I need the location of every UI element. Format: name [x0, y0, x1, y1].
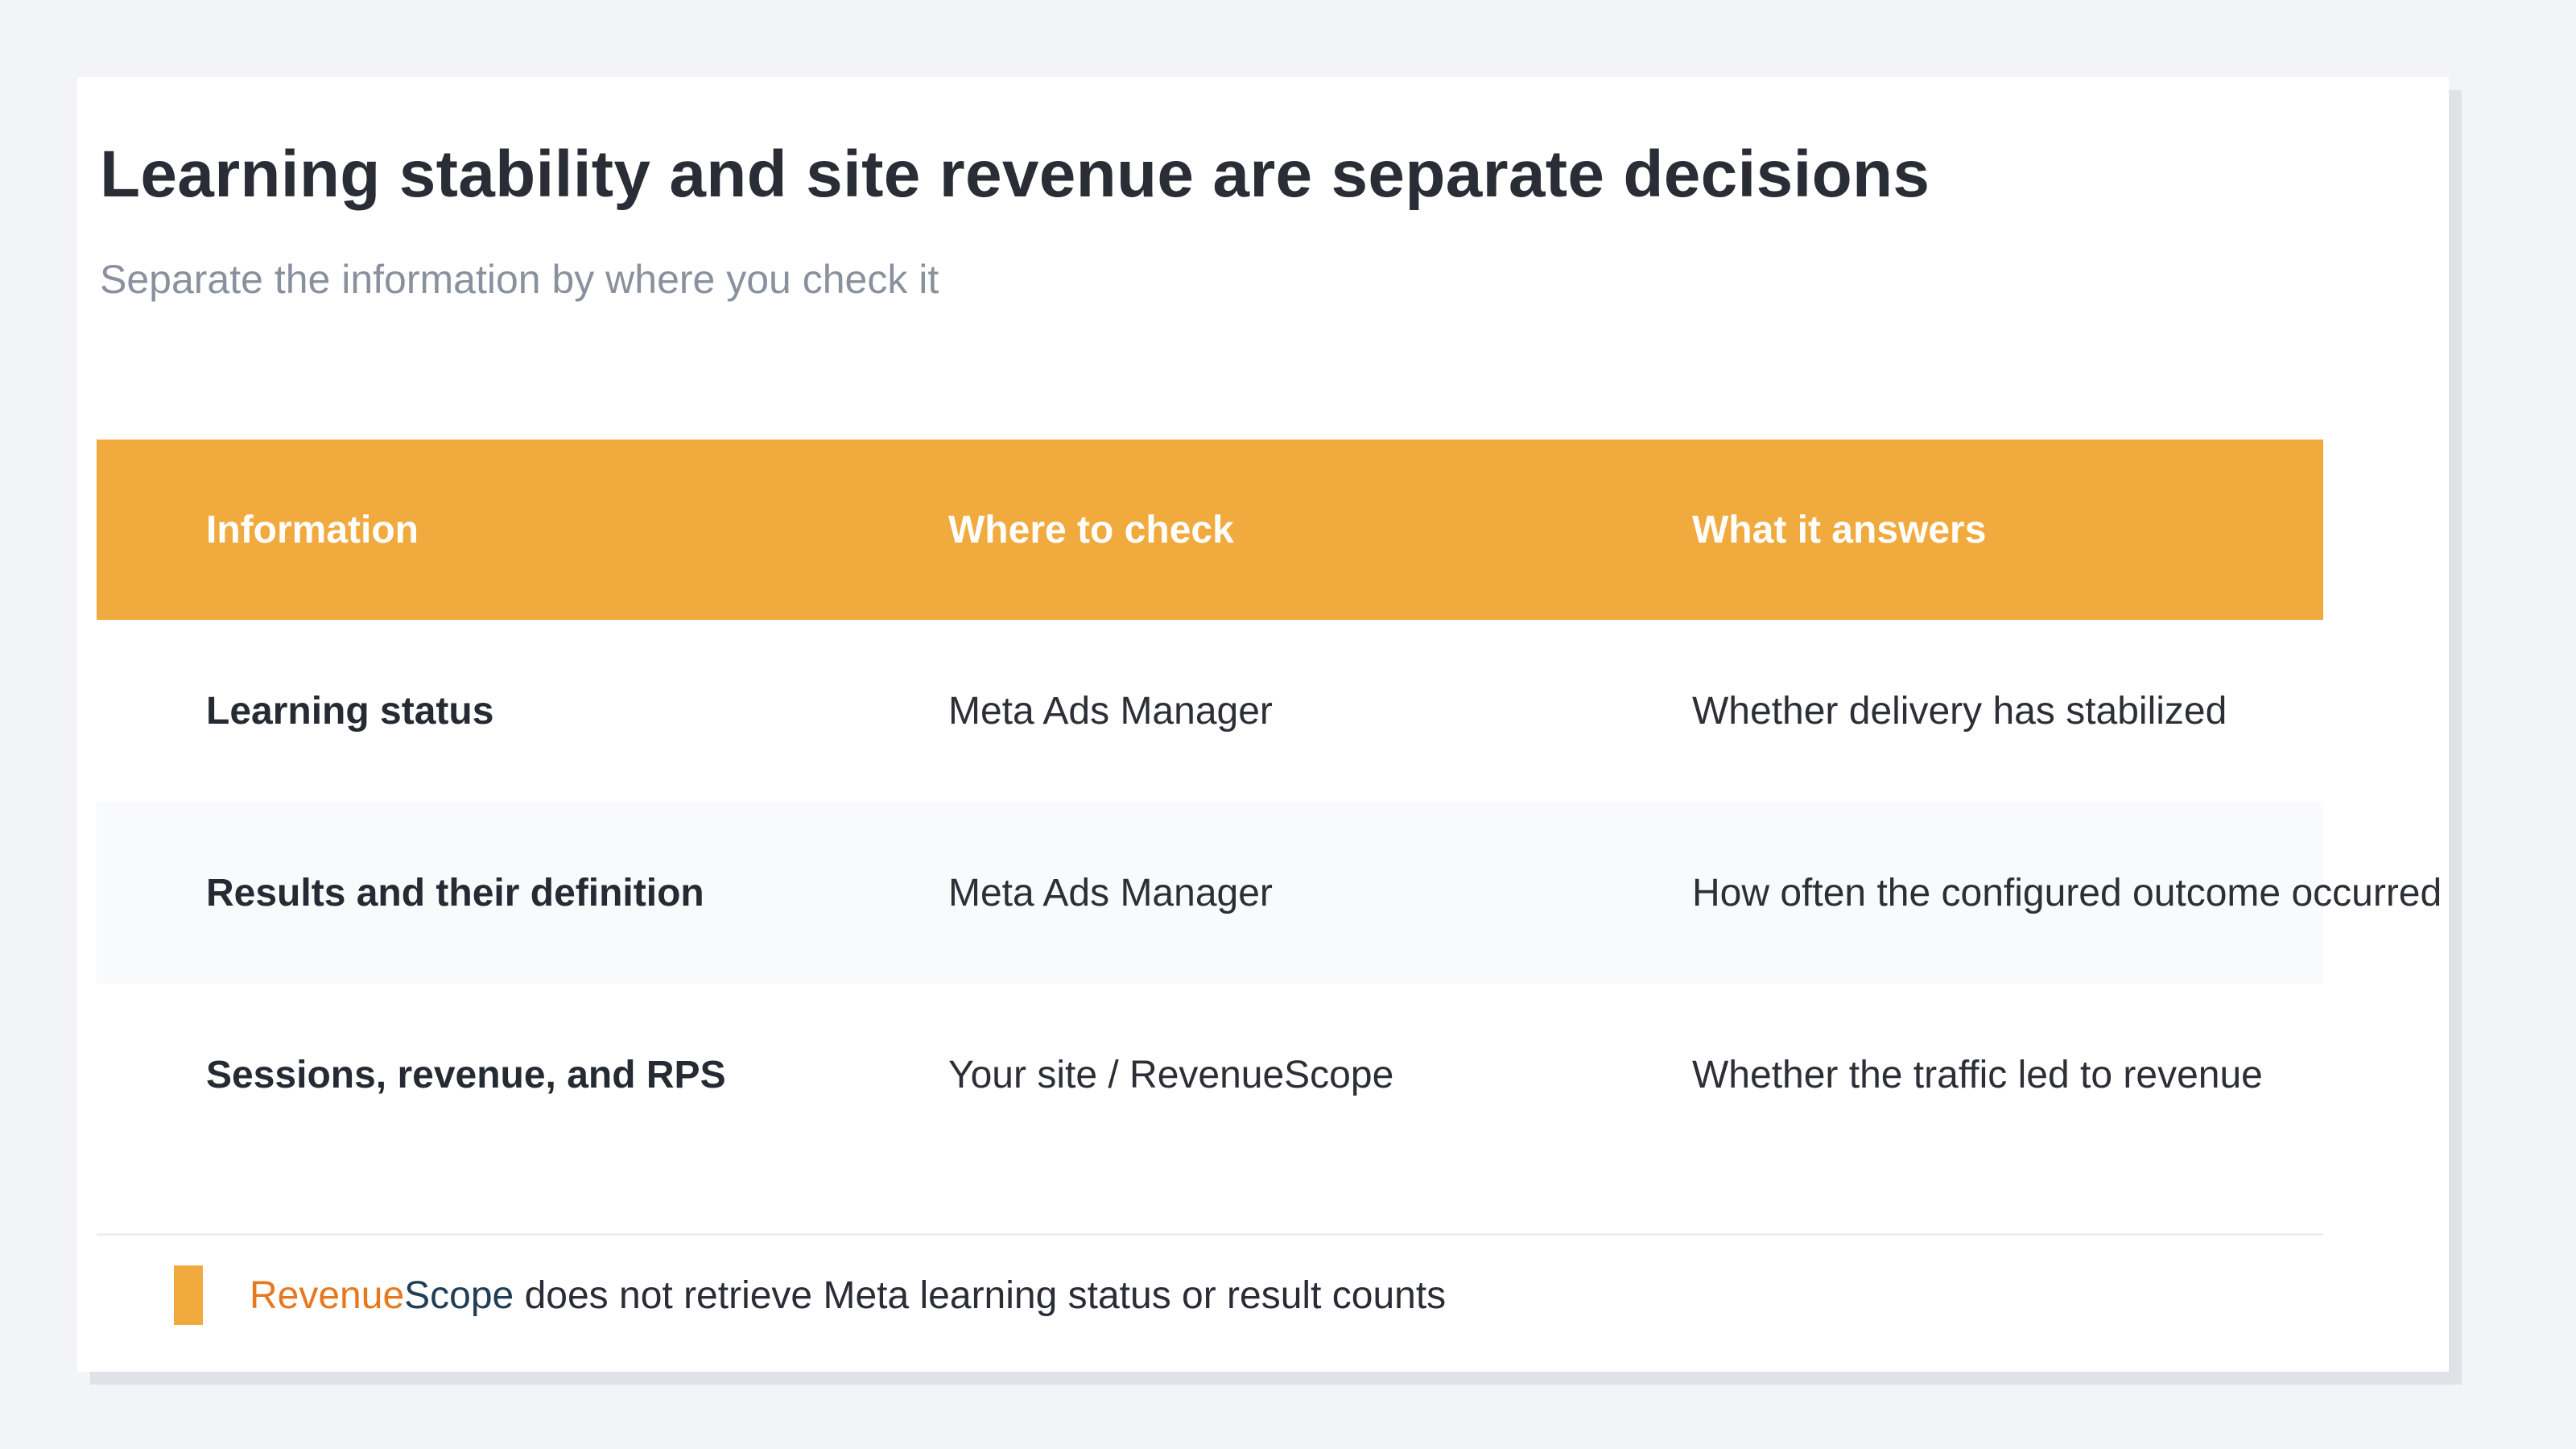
cell-information: Sessions, revenue, and RPS	[206, 1053, 726, 1096]
table-header-row: Information Where to check What it answe…	[97, 440, 2323, 620]
cell-what-it-answers: Whether the traffic led to revenue	[1692, 1053, 2263, 1096]
column-header-information: Information	[206, 508, 419, 551]
cell-what-it-answers: Whether delivery has stabilized	[1692, 689, 2227, 733]
cell-where-to-check: Meta Ads Manager	[948, 871, 1273, 914]
cell-where-to-check: Your site / RevenueScope	[948, 1053, 1394, 1096]
table-row: Results and their definition Meta Ads Ma…	[97, 802, 2442, 984]
brand-name-revenue: Revenue	[250, 1274, 405, 1317]
column-header-what-it-answers: What it answers	[1692, 508, 1987, 551]
cell-information: Learning status	[206, 689, 494, 733]
footnote: Revenue Scope does not retrieve Meta lear…	[250, 1265, 1446, 1325]
brand-name-scope: Scope	[404, 1274, 514, 1317]
info-table: Information Where to check What it answe…	[97, 440, 2442, 1166]
footnote-accent-bar	[174, 1265, 203, 1325]
table-row: Sessions, revenue, and RPS Your site / R…	[97, 984, 2323, 1166]
footnote-divider	[97, 1233, 2323, 1236]
slide-title: Learning stability and site revenue are …	[100, 138, 1930, 211]
column-header-where-to-check: Where to check	[948, 508, 1234, 551]
slide-subtitle: Separate the information by where you ch…	[100, 257, 939, 302]
footnote-text: does not retrieve Meta learning status o…	[514, 1274, 1447, 1317]
cell-information: Results and their definition	[206, 871, 704, 914]
cell-where-to-check: Meta Ads Manager	[948, 689, 1273, 733]
cell-what-it-answers: How often the configured outcome occurre…	[1692, 871, 2442, 914]
table-row: Learning status Meta Ads Manager Whether…	[97, 620, 2323, 802]
